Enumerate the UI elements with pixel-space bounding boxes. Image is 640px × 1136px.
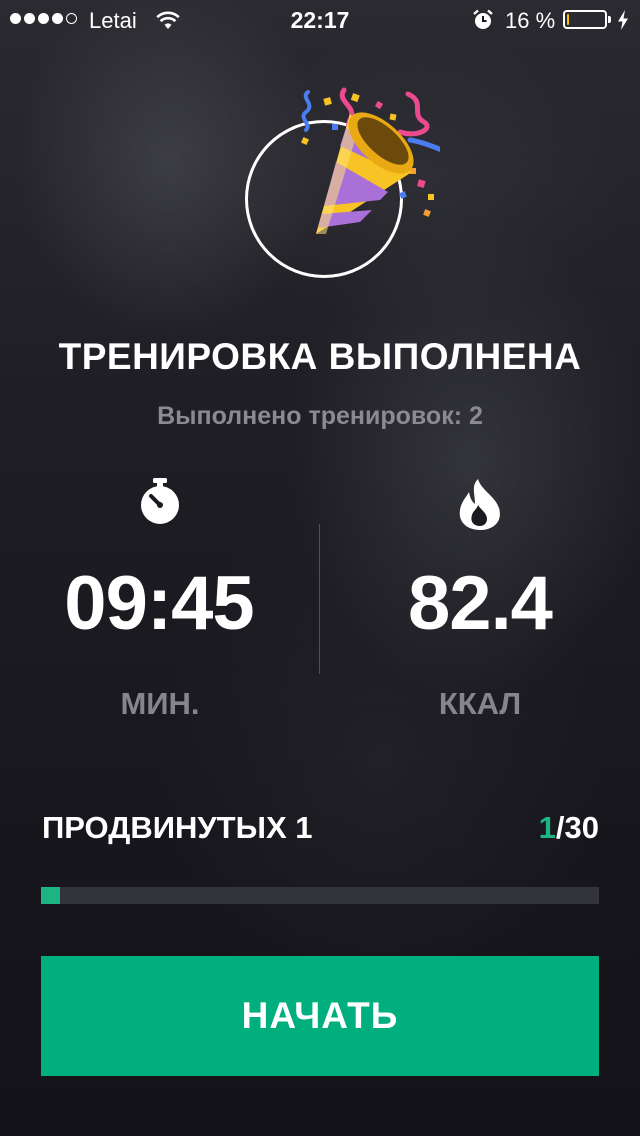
workout-complete-title: ТРЕНИРОВКА ВЫПОЛНЕНА	[58, 336, 582, 377]
start-button[interactable]: НАЧАТЬ	[41, 956, 599, 1076]
program-progress-bar	[41, 887, 599, 904]
duration-stat: 09:45 МИН.	[0, 478, 320, 722]
current-day: 1	[538, 810, 556, 845]
stopwatch-icon	[141, 478, 179, 524]
battery-level-fill	[567, 14, 570, 25]
duration-value: 09:45	[64, 561, 254, 646]
alarm-clock-icon	[472, 9, 494, 37]
party-popper-icon	[301, 87, 440, 234]
total-days: /30	[555, 810, 599, 845]
program-day-counter: 1/30	[539, 810, 599, 846]
celebration-badge	[240, 84, 440, 284]
calories-unit: ККАЛ	[438, 686, 522, 721]
flame-icon	[459, 479, 500, 530]
program-level-name: ПРОДВИНУТЫХ 1	[42, 810, 313, 845]
calories-stat: 82.4 ККАЛ	[320, 478, 640, 722]
calories-value: 82.4	[408, 561, 553, 646]
charging-bolt-icon	[616, 9, 630, 37]
battery-tip	[608, 16, 611, 23]
workout-complete-screen: Letai 22:17 16 % ТРЕНИРОВКА ВЫПОЛНЕНА Вы…	[0, 0, 640, 1136]
status-bar: Letai 22:17 16 %	[0, 0, 640, 40]
program-progress-fill	[41, 887, 60, 904]
battery-icon	[563, 10, 607, 29]
completed-workouts-count: Выполнено тренировок: 2	[157, 402, 483, 430]
battery-percent: 16 %	[505, 8, 556, 33]
duration-unit: МИН.	[120, 686, 200, 721]
